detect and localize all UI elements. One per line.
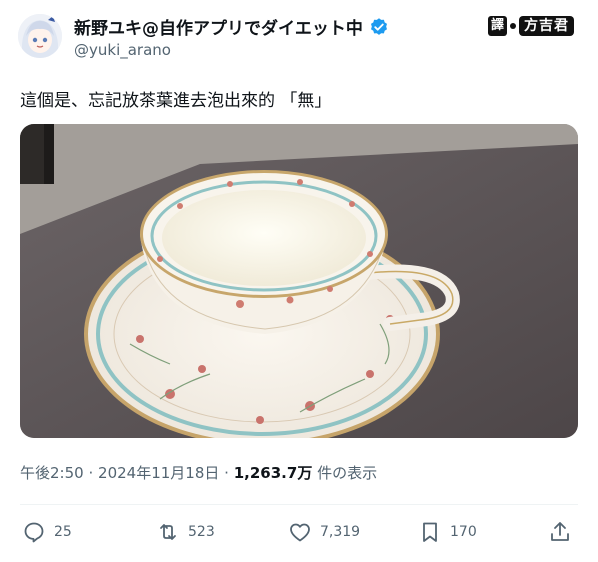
action-bar: 25 523 7,319 170 <box>20 520 578 550</box>
reply-count: 25 <box>54 524 72 540</box>
share-icon <box>551 522 569 541</box>
repost-icon <box>160 524 176 540</box>
author-handle[interactable]: @yuki_arano <box>74 41 171 59</box>
repost-count: 523 <box>188 524 215 540</box>
display-name[interactable]: 新野ユキ@自作アプリでダイエット中 <box>74 14 363 39</box>
translator-char: 譯 <box>487 16 507 36</box>
author-name-row[interactable]: 新野ユキ@自作アプリでダイエット中 <box>74 14 389 39</box>
translator-watermark: 譯 方吉君 <box>487 16 574 36</box>
tweet-photo[interactable] <box>20 124 578 438</box>
bookmark-count: 170 <box>450 524 477 540</box>
view-count-label: 件の表示 <box>317 464 378 482</box>
like-button[interactable]: 7,319 <box>288 520 360 544</box>
divider <box>20 504 578 505</box>
anime-avatar-icon <box>18 14 62 58</box>
bookmark-button[interactable]: 170 <box>418 520 477 544</box>
reply-icon <box>24 522 44 543</box>
tweet-meta: 午後2:50 · 2024年11月18日 · 1,263.7万 件の表示 <box>20 462 377 483</box>
like-count: 7,319 <box>320 524 361 540</box>
teacup-photo-image <box>20 124 578 438</box>
verified-badge-icon <box>369 17 389 37</box>
bookmark-icon <box>423 522 437 542</box>
meta-separator: · <box>88 464 94 482</box>
view-count: 1,263.7万 <box>233 464 313 482</box>
dot-icon <box>510 23 516 29</box>
heart-icon <box>290 523 310 542</box>
tweet-time[interactable]: 午後2:50 <box>20 464 84 482</box>
tweet-text: 這個是、忘記放茶葉進去泡出來的 「無」 <box>20 91 332 111</box>
repost-button[interactable]: 523 <box>156 520 215 544</box>
reply-button[interactable]: 25 <box>22 520 72 544</box>
avatar[interactable] <box>18 14 62 58</box>
meta-separator: · <box>224 464 229 482</box>
translator-name: 方吉君 <box>519 16 574 36</box>
share-button[interactable] <box>548 520 572 544</box>
tweet-date[interactable]: 2024年11月18日 <box>98 464 219 482</box>
